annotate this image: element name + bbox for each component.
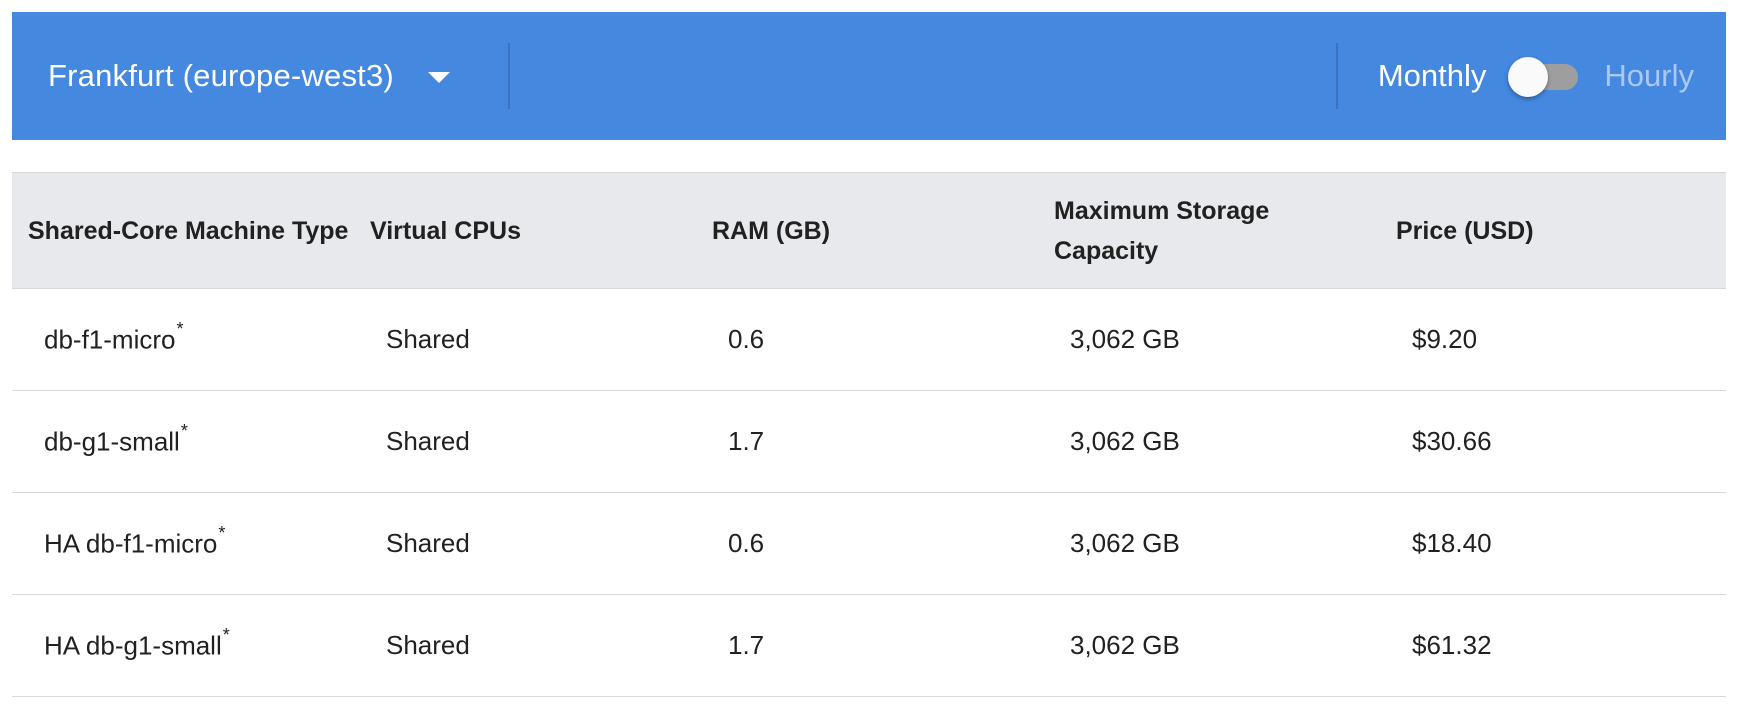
table-row: db-f1-micro* Shared 0.6 3,062 GB $9.20 xyxy=(12,289,1726,391)
machine-type-name: db-f1-micro xyxy=(44,324,176,355)
cell-max-storage: 3,062 GB xyxy=(1070,324,1180,354)
cell-virtual-cpus: Shared xyxy=(386,528,470,558)
billing-period-toggle[interactable] xyxy=(1508,56,1580,97)
chevron-down-icon[interactable] xyxy=(427,71,450,83)
region-dropdown-label: Frankfurt (europe-west3) xyxy=(48,58,394,93)
toggle-thumb[interactable] xyxy=(1508,57,1549,97)
machine-type-name: db-g1-small xyxy=(44,426,180,457)
table-header-row: Shared-Core Machine Type Virtual CPUs RA… xyxy=(12,172,1726,289)
table-row: HA db-g1-small* Shared 1.7 3,062 GB $61.… xyxy=(12,595,1726,697)
footnote-marker: * xyxy=(180,421,188,442)
cell-ram: 1.7 xyxy=(728,630,765,660)
column-header-ram: RAM (GB) xyxy=(696,172,1038,289)
cell-machine-type: HA db-g1-small* xyxy=(12,595,354,697)
machine-type-name: HA db-g1-small xyxy=(44,630,222,661)
footnote-marker: * xyxy=(176,319,184,340)
cell-max-storage: 3,062 GB xyxy=(1070,528,1180,558)
footnote-marker: * xyxy=(218,523,226,544)
cell-machine-type: db-f1-micro* xyxy=(12,289,354,391)
footnote-marker: * xyxy=(222,625,230,646)
toggle-label-hourly[interactable]: Hourly xyxy=(1604,58,1694,94)
column-header-virtual-cpus: Virtual CPUs xyxy=(354,172,696,289)
cell-price: $61.32 xyxy=(1412,630,1492,660)
cell-virtual-cpus: Shared xyxy=(386,426,470,456)
pricing-table: Shared-Core Machine Type Virtual CPUs RA… xyxy=(12,172,1726,697)
pricing-header-bar: Frankfurt (europe-west3) Monthly Hourly xyxy=(12,12,1726,140)
toggle-label-monthly[interactable]: Monthly xyxy=(1378,58,1487,94)
cell-max-storage: 3,062 GB xyxy=(1070,426,1180,456)
machine-type-name: HA db-f1-micro xyxy=(44,528,218,559)
cell-virtual-cpus: Shared xyxy=(386,324,470,354)
region-dropdown[interactable]: Frankfurt (europe-west3) xyxy=(12,43,510,109)
cell-price: $30.66 xyxy=(1412,426,1492,456)
column-header-price: Price (USD) xyxy=(1380,172,1726,289)
cell-price: $9.20 xyxy=(1412,324,1478,354)
cell-ram: 1.7 xyxy=(728,426,765,456)
pricing-page: Frankfurt (europe-west3) Monthly Hourly … xyxy=(0,0,1738,708)
table-row: HA db-f1-micro* Shared 0.6 3,062 GB $18.… xyxy=(12,493,1726,595)
table-row: db-g1-small* Shared 1.7 3,062 GB $30.66 xyxy=(12,391,1726,493)
cell-max-storage: 3,062 GB xyxy=(1070,630,1180,660)
column-header-max-storage: Maximum Storage Capacity xyxy=(1038,172,1380,289)
billing-period-toggle-group: Monthly Hourly xyxy=(1335,43,1726,109)
cell-price: $18.40 xyxy=(1412,528,1492,558)
cell-machine-type: db-g1-small* xyxy=(12,391,354,493)
cell-machine-type: HA db-f1-micro* xyxy=(12,493,354,595)
cell-ram: 0.6 xyxy=(728,528,765,558)
column-header-machine-type: Shared-Core Machine Type xyxy=(12,172,354,289)
cell-ram: 0.6 xyxy=(728,324,765,354)
cell-virtual-cpus: Shared xyxy=(386,630,470,660)
